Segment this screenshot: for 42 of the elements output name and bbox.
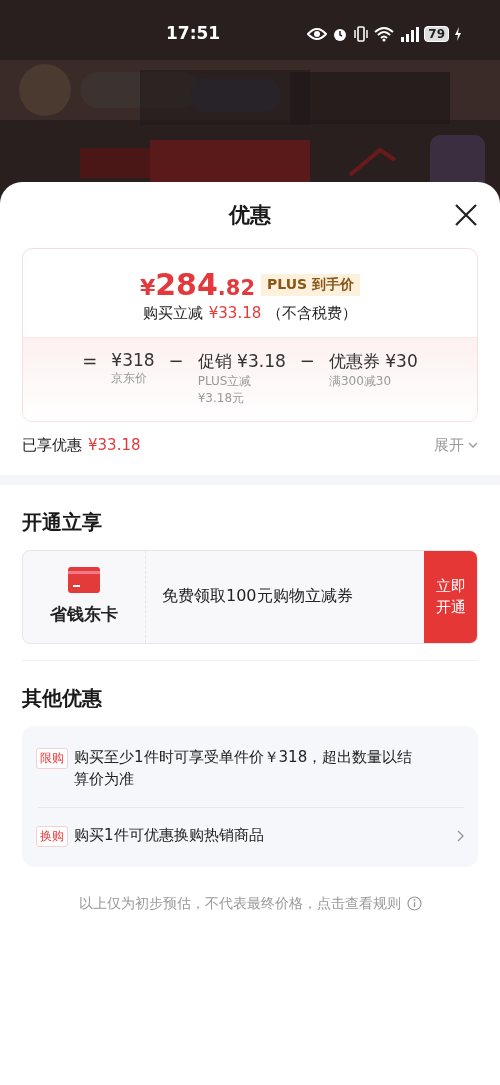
offer-tag: 换购 (36, 825, 68, 847)
expand-button[interactable]: 展开 (434, 435, 478, 455)
price-term: 优惠券 ¥30 (328, 350, 418, 373)
card-name: 省钱东卡 (50, 603, 118, 627)
offer-tag: 限购 (36, 747, 68, 769)
term-note: 满300减30 (328, 373, 392, 390)
section-title: 其他优惠 (22, 684, 103, 712)
offer-text[interactable]: 购买1件可优惠换购热销商品 (74, 823, 451, 847)
price-term: ¥318 (111, 350, 155, 370)
saving-note: （不含税费） (267, 304, 358, 323)
eye-icon (307, 27, 328, 41)
price-term: 促销 ¥3.18 (197, 350, 286, 373)
disclaimer-text[interactable]: 以上仅为初步预估，不代表最终价格，点击查看规则 (78, 894, 401, 913)
operator: = (82, 350, 98, 373)
operator: − (299, 350, 315, 373)
chevron-icon (468, 442, 478, 449)
section-title: 开通立享 (22, 508, 103, 536)
term-note: 京东价 (111, 370, 148, 387)
chevron-right-icon[interactable] (457, 829, 464, 842)
operator: − (168, 350, 184, 373)
charging-icon (454, 27, 462, 41)
open-now-button[interactable]: 立即开通 (424, 550, 477, 643)
signal-icon (399, 26, 420, 42)
info-icon[interactable] (406, 896, 422, 912)
term-note: PLUS立减 (197, 373, 252, 390)
status-time: 17:51 (166, 23, 221, 43)
plus-price-badge: PLUS 到手价 (261, 273, 361, 296)
wifi-icon (374, 26, 395, 42)
sheet-title: 优惠 (229, 202, 271, 229)
enjoyed-value: ¥33.18 (88, 435, 141, 455)
enjoyed-label: 已享优惠 (22, 435, 82, 455)
final-price: ¥284.82 (139, 267, 256, 302)
term-note: ¥3.18元 (197, 389, 245, 407)
offer-text: 购买至少1件时可享受单件价￥318，超出数量以结算价为准 (74, 746, 414, 791)
card-icon (68, 567, 100, 594)
card-description: 免费领取100元购物立减券 (161, 585, 354, 608)
alarm-icon (332, 26, 349, 42)
saving-label: 购买立减 (142, 304, 203, 323)
battery-level: 79 (424, 26, 449, 42)
vibrate-icon (353, 26, 370, 42)
close-icon[interactable] (454, 203, 478, 227)
saving-value: ¥33.18 (208, 304, 262, 323)
